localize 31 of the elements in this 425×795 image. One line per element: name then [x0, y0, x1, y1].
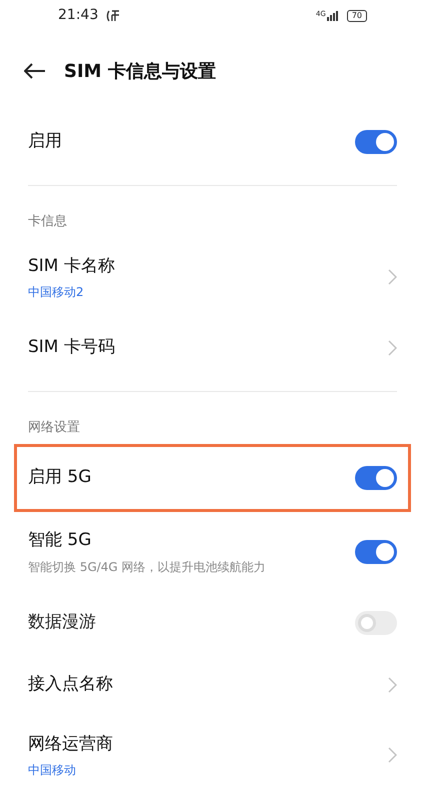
settings-row[interactable]: 接入点名称 — [0, 654, 425, 716]
setting-label: SIM 卡名称 — [28, 254, 115, 278]
chevron-right-icon — [388, 269, 397, 286]
settings-row[interactable]: 启用 — [0, 110, 425, 172]
section-header: 网络设置 — [28, 420, 80, 435]
settings-row[interactable]: SIM 卡名称 中国移动2 — [0, 238, 425, 317]
setting-label: 数据漫游 — [28, 610, 96, 634]
setting-label: 接入点名称 — [28, 672, 113, 696]
toggle-switch[interactable] — [355, 540, 397, 564]
signal-icon — [326, 10, 339, 21]
setting-label: 启用 5G — [28, 466, 92, 490]
back-arrow-icon[interactable] — [24, 63, 46, 80]
setting-label: SIM 卡号码 — [28, 336, 115, 360]
battery-indicator: 70 — [346, 10, 367, 22]
settings-row[interactable]: 智能 5G 智能切换 5G/4G 网络，以提升电池续航能力 — [0, 512, 425, 592]
setting-subtitle: 中国移动 — [28, 762, 77, 779]
setting-subtitle: 中国移动2 — [28, 284, 85, 301]
status-time: 21:43 — [58, 6, 98, 26]
toggle-switch[interactable] — [355, 130, 397, 154]
setting-subtitle: 智能切换 5G/4G 网络，以提升电池续航能力 — [28, 558, 266, 576]
setting-label: 网络运营商 — [28, 732, 113, 756]
chevron-right-icon — [388, 747, 397, 764]
toggle-switch[interactable] — [355, 466, 397, 490]
setting-label: 智能 5G — [28, 529, 92, 552]
section-header: 卡信息 — [28, 214, 67, 228]
setting-label: 启用 — [28, 130, 62, 153]
page-title: SIM 卡信息与设置 — [64, 60, 216, 84]
settings-row[interactable]: SIM 卡号码 — [0, 317, 425, 379]
chevron-right-icon — [388, 340, 397, 356]
chevron-right-icon — [388, 676, 397, 692]
settings-row[interactable]: 网络运营商 中国移动 — [0, 716, 425, 795]
